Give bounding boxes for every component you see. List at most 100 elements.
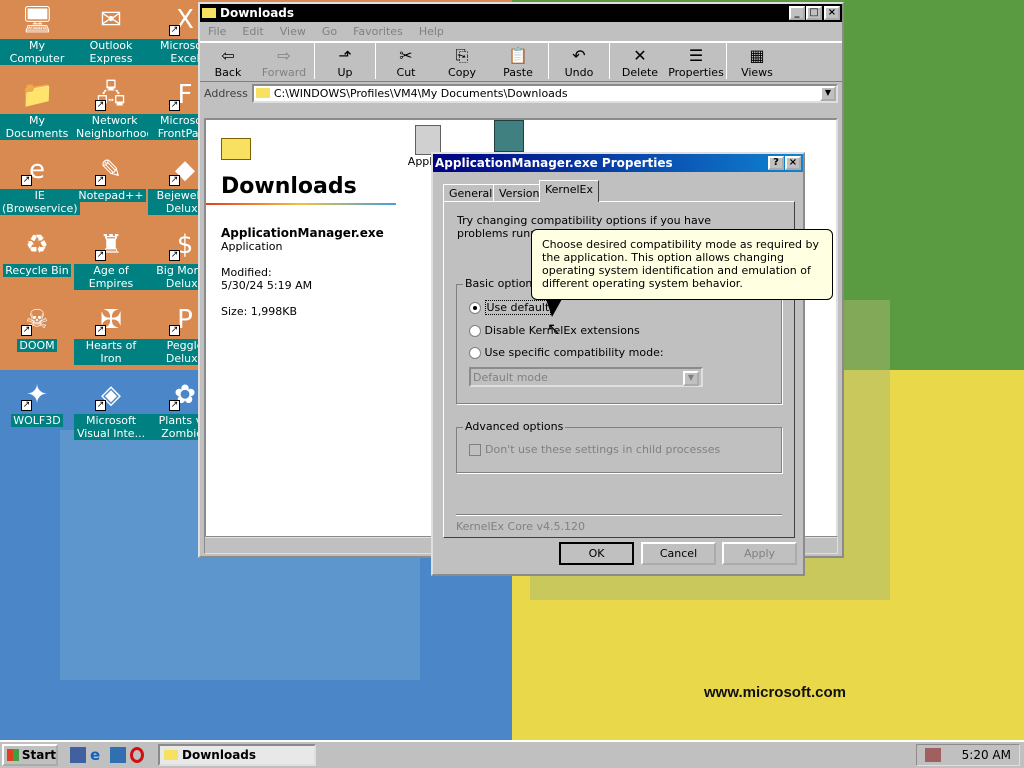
modified-value: 5/30/24 5:19 AM [221,279,313,292]
heading-underline [206,203,396,205]
toolbar-icon: ⬏ [338,46,352,65]
menu-bar: File Edit View Go Favorites Help [200,22,842,42]
menu-item[interactable]: Favorites [345,25,411,38]
toolbar-label: Properties [668,66,724,79]
tab-kernelex[interactable]: KernelEx [539,180,600,202]
shortcut-arrow-icon: ↗ [95,100,106,111]
toolbar-icon: ↶ [572,46,586,65]
apply-button[interactable]: Apply [722,542,797,565]
folder-icon [221,138,251,160]
toolbar-button[interactable]: ▦ Views [729,46,785,79]
desktop-icon[interactable]: ✦ ↗ WOLF3D [0,379,74,427]
desktop-icon[interactable]: 🖧 ↗ Network Neighborhood [74,79,156,140]
desktop-icon[interactable]: e ↗ IE (Browservice) [0,154,80,215]
desktop-icon[interactable]: ✎ ↗ Notepad++ [74,154,148,202]
application-icon: 🖧 ↗ [95,80,126,111]
desktop-icon-label: Notepad++ [76,189,146,202]
desktop-icon[interactable]: ✠ ↗ Hearts of Iron [74,304,148,365]
address-dropdown-button[interactable]: ▼ [820,85,836,101]
file-item-setup[interactable] [494,120,524,152]
dialog-close-button[interactable]: × [785,156,801,170]
checkbox-box [469,444,481,456]
toolbar-label: Views [741,66,773,79]
help-button[interactable]: ? [768,156,784,170]
desktop-icon-label: Network Neighborhood [74,114,156,140]
desktop-icon-label: Hearts of Iron [74,339,148,365]
outlook-icon[interactable] [110,747,126,763]
desktop-icon[interactable]: 🖥 My Computer [0,4,74,65]
application-icon: ☠ ↗ [21,305,49,336]
toolbar-button[interactable]: ⬏ Up [317,46,373,79]
folder-heading: Downloads [221,174,357,199]
opera-icon[interactable] [130,747,144,763]
checkbox-label: Don't use these settings in child proces… [485,443,721,456]
radio-specific-mode[interactable]: Use specific compatibility mode: [469,346,664,359]
desktop-icon[interactable]: ♻ Recycle Bin [0,229,74,277]
application-icon: 📁 [21,80,54,110]
shortcut-arrow-icon: ↗ [169,400,180,411]
desktop-icon[interactable]: ☠ ↗ DOOM [0,304,74,352]
quick-launch: e [70,747,144,763]
toolbar-icon: ▦ [749,46,765,65]
desktop-icon[interactable]: ✉ Outlook Express [74,4,148,65]
shortcut-arrow-icon: ↗ [169,175,180,186]
desktop-icon[interactable]: ♜ ↗ Age of Empires [74,229,148,290]
start-button[interactable]: Start [2,744,58,766]
chevron-down-icon[interactable]: ▼ [683,371,699,386]
radio-use-default[interactable]: Use default [469,300,552,315]
toolbar-button[interactable]: ☰ Properties [668,46,724,79]
address-input[interactable]: C:\WINDOWS\Profiles\VM4\My Documents\Dow… [251,83,838,103]
dialog-title-bar[interactable]: ApplicationManager.exe Properties ? × [433,154,803,172]
task-downloads[interactable]: Downloads [158,744,316,766]
windows-logo-icon [7,749,19,761]
toolbar-separator [609,43,610,79]
cancel-button[interactable]: Cancel [641,542,716,565]
desktop-icon-label: Outlook Express [74,39,148,65]
application-icon: F ↗ [169,80,193,111]
file-name: ApplicationManager.exe [221,226,384,240]
dialog-title: ApplicationManager.exe Properties [435,156,673,170]
toolbar-button[interactable]: ⇨ Forward [256,46,312,79]
basic-options-group: Basic options Use default Disable Kernel… [456,277,782,404]
shortcut-arrow-icon: ↗ [169,325,180,336]
minimize-button[interactable]: _ [789,6,805,20]
shortcut-arrow-icon: ↗ [95,400,106,411]
toolbar-button[interactable]: ✕ Delete [612,46,668,79]
explorer-title-bar[interactable]: Downloads _ □ × [200,4,842,22]
address-label: Address [204,86,248,100]
mode-select[interactable]: Default mode ▼ [469,367,703,387]
application-icon: 🖥 [21,5,55,35]
child-process-checkbox[interactable]: Don't use these settings in child proces… [469,443,720,456]
tab-general[interactable]: General [443,184,499,202]
toolbar-button[interactable]: ↶ Undo [551,46,607,79]
desktop-icon-label: My Computer [0,39,74,65]
menu-item[interactable]: Go [314,25,345,38]
shortcut-arrow-icon: ↗ [21,400,32,411]
toolbar-label: Paste [503,66,533,79]
desktop-icon-label: Age of Empires [74,264,148,290]
toolbar-button[interactable]: ⇦ Back [200,46,256,79]
radio-label: Disable KernelEx extensions [484,324,640,337]
menu-item[interactable]: File [200,25,234,38]
tray-icon[interactable] [925,748,941,762]
toolbar-button[interactable]: ⎘ Copy [434,46,490,79]
application-icon: $ ↗ [169,230,194,261]
menu-item[interactable]: Edit [234,25,271,38]
toolbar-button[interactable]: ✂ Cut [378,46,434,79]
desktop-icon-label: DOOM [17,339,57,352]
address-value: C:\WINDOWS\Profiles\VM4\My Documents\Dow… [273,86,568,100]
desktop-icon[interactable]: 📁 My Documents [0,79,74,140]
show-desktop-icon[interactable] [70,747,86,763]
menu-item[interactable]: View [272,25,314,38]
menu-item[interactable]: Help [411,25,452,38]
close-button[interactable]: × [824,6,840,20]
shortcut-arrow-icon: ↗ [21,175,32,186]
maximize-button[interactable]: □ [806,6,822,20]
tab-version[interactable]: Version [493,184,546,202]
kernelex-version: KernelEx Core v4.5.120 [456,520,585,533]
toolbar-button[interactable]: 📋 Paste [490,46,546,79]
ok-button[interactable]: OK [559,542,634,565]
application-icon: P ↗ [169,305,193,336]
desktop-icon[interactable]: ◈ ↗ Microsoft Visual Inte... [74,379,148,440]
ie-icon[interactable]: e [90,747,106,763]
